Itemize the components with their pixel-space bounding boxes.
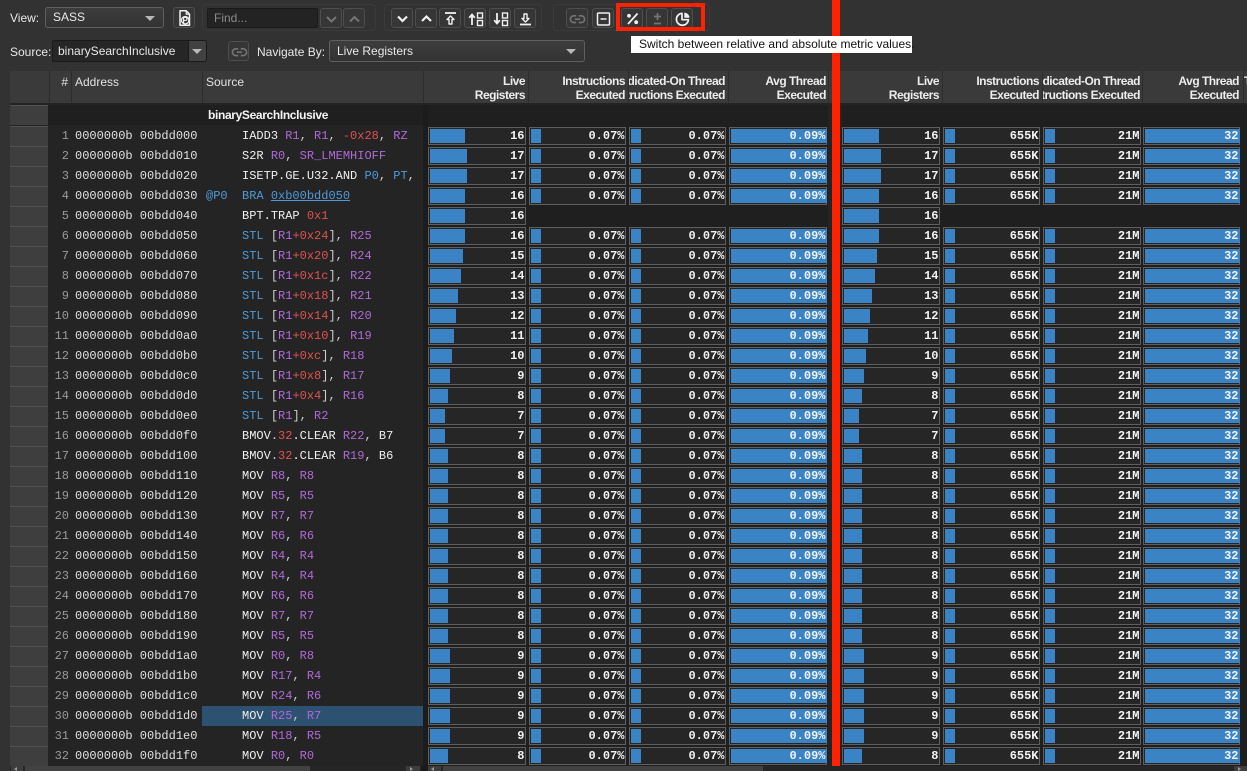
svg-text:P: P	[183, 16, 189, 25]
